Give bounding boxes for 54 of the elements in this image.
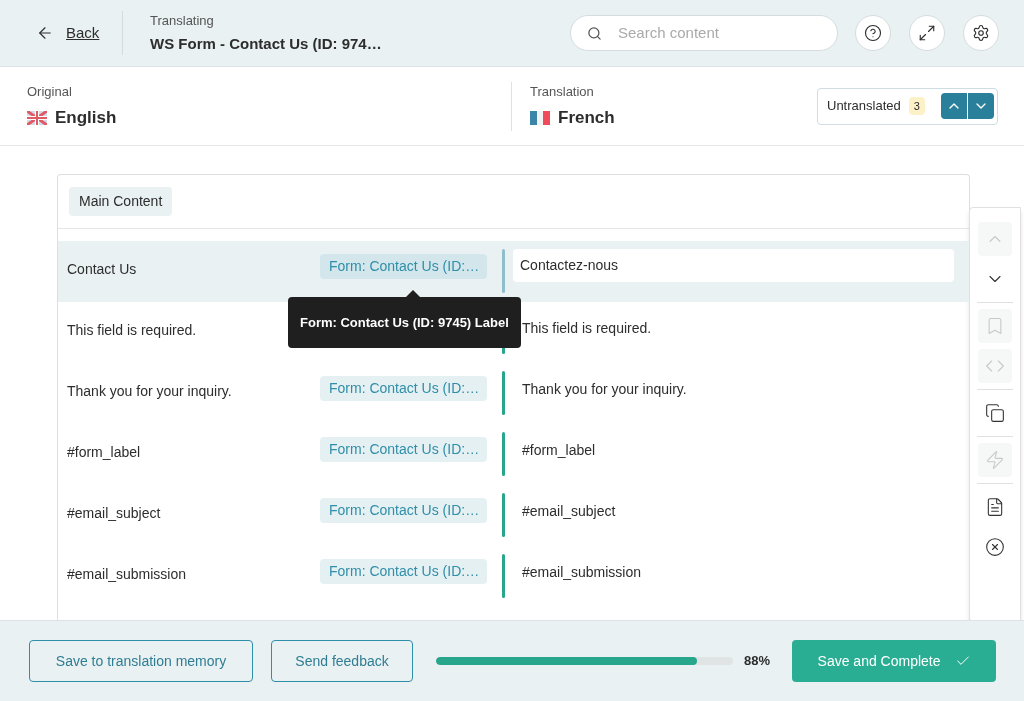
- settings-button[interactable]: [963, 15, 999, 51]
- context-tag[interactable]: Form: Contact Us (ID:…: [320, 559, 487, 584]
- translation-text: #email_subject: [522, 502, 616, 521]
- back-link[interactable]: Back: [66, 21, 100, 45]
- copy-icon: [985, 403, 1005, 423]
- status-bar: [502, 432, 505, 476]
- source-text: Contact Us: [67, 261, 137, 277]
- note-icon: [985, 497, 1005, 517]
- close-icon: [985, 537, 1005, 557]
- translation-language: French: [558, 107, 615, 129]
- next-button[interactable]: [968, 93, 994, 119]
- original-label: Original: [27, 82, 73, 101]
- status-bar: [502, 554, 505, 598]
- translation-label: Translation: [530, 82, 595, 101]
- uk-flag-icon: [27, 110, 47, 125]
- settings-icon: [972, 24, 990, 42]
- expand-button[interactable]: [909, 15, 945, 51]
- source-text: Thank you for your inquiry.: [67, 383, 232, 399]
- context-tag[interactable]: Form: Contact Us (ID:…: [320, 498, 487, 523]
- original-language: English: [55, 107, 117, 129]
- source-text: #email_submission: [67, 566, 187, 582]
- context-tag[interactable]: Form: Contact Us (ID:…: [320, 437, 487, 462]
- section-tag: Main Content: [69, 187, 173, 216]
- save-to-memory-button[interactable]: Save to translation memory: [29, 640, 253, 682]
- source-text: #form_label: [67, 444, 141, 460]
- translation-text: This field is required.: [522, 319, 652, 338]
- source-text: This field is required.: [67, 322, 197, 338]
- status-bar: [502, 249, 505, 293]
- help-icon: [864, 24, 882, 42]
- count-badge: 3: [908, 96, 925, 116]
- translation-text: #form_label: [522, 441, 596, 460]
- context-tag[interactable]: Form: Contact Us (ID:…: [320, 376, 487, 401]
- status-bar: [502, 493, 505, 537]
- tooltip: Form: Contact Us (ID: 9745) Label: [288, 290, 521, 348]
- translation-text: Thank you for your inquiry.: [522, 380, 687, 399]
- source-text: #email_subject: [67, 505, 161, 521]
- previous-button[interactable]: [941, 93, 967, 119]
- context-tag[interactable]: Form: Contact Us (ID:…: [320, 254, 487, 279]
- lightning-icon: [985, 450, 1005, 470]
- search-icon: [587, 25, 602, 41]
- filter-label: Untranslated: [827, 97, 901, 116]
- status-bar: [502, 371, 505, 415]
- page-subtitle: Translating: [150, 11, 215, 30]
- send-feedback-button[interactable]: Send feedback: [271, 640, 413, 682]
- progress-percent: 88%: [744, 652, 771, 671]
- save-and-complete-button[interactable]: Save and Complete: [792, 640, 997, 682]
- translation-field[interactable]: Contactez-nous: [513, 249, 954, 282]
- help-button[interactable]: [855, 15, 891, 51]
- page-title: WS Form - Contact Us (ID: 974…: [150, 34, 383, 54]
- search-input[interactable]: Search content: [618, 21, 808, 45]
- translation-text: #email_submission: [522, 563, 642, 582]
- france-flag-icon: [530, 110, 550, 125]
- search-field[interactable]: Search content: [570, 15, 838, 51]
- expand-icon: [918, 24, 936, 42]
